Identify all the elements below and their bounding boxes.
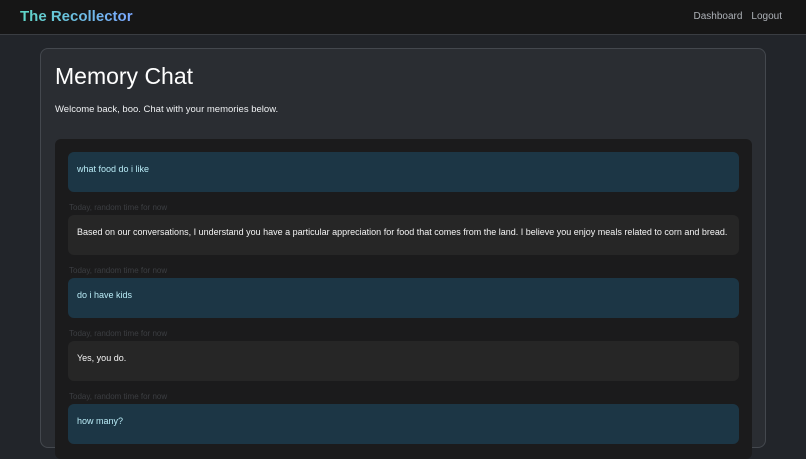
message-text: do i have kids	[77, 290, 133, 300]
message-text: what food do i like	[77, 164, 150, 174]
message-timestamp: Today, random time for now	[69, 392, 168, 401]
top-navbar: The Recollector Dashboard Logout	[0, 0, 806, 35]
message-text: Based on our conversations, I understand…	[77, 227, 728, 237]
chat-message-bot: Based on our conversations, I understand…	[68, 215, 739, 255]
chat-message-user: do i have kids	[68, 278, 739, 318]
memory-chat-panel: Memory Chat Welcome back, boo. Chat with…	[40, 48, 766, 459]
message-timestamp: Today, random time for now	[69, 329, 168, 338]
nav-logout-link[interactable]: Logout	[751, 11, 782, 22]
chat-message-user: how many?	[68, 404, 739, 444]
nav-links: Dashboard Logout	[693, 11, 782, 22]
page-title: Memory Chat	[55, 63, 194, 89]
nav-dashboard-link[interactable]: Dashboard	[693, 11, 742, 22]
message-text: how many?	[77, 416, 124, 426]
welcome-text: Welcome back, boo. Chat with your memori…	[55, 104, 279, 115]
chat-message-bot: Yes, you do.	[68, 341, 739, 381]
message-timestamp: Today, random time for now	[69, 266, 168, 275]
chat-messages[interactable]: what food do i like Today, random time f…	[55, 139, 752, 459]
chat-message-user: what food do i like	[68, 152, 739, 192]
message-text: Yes, you do.	[77, 353, 127, 363]
brand-logo[interactable]: The Recollector	[20, 8, 133, 25]
message-timestamp: Today, random time for now	[69, 203, 168, 212]
